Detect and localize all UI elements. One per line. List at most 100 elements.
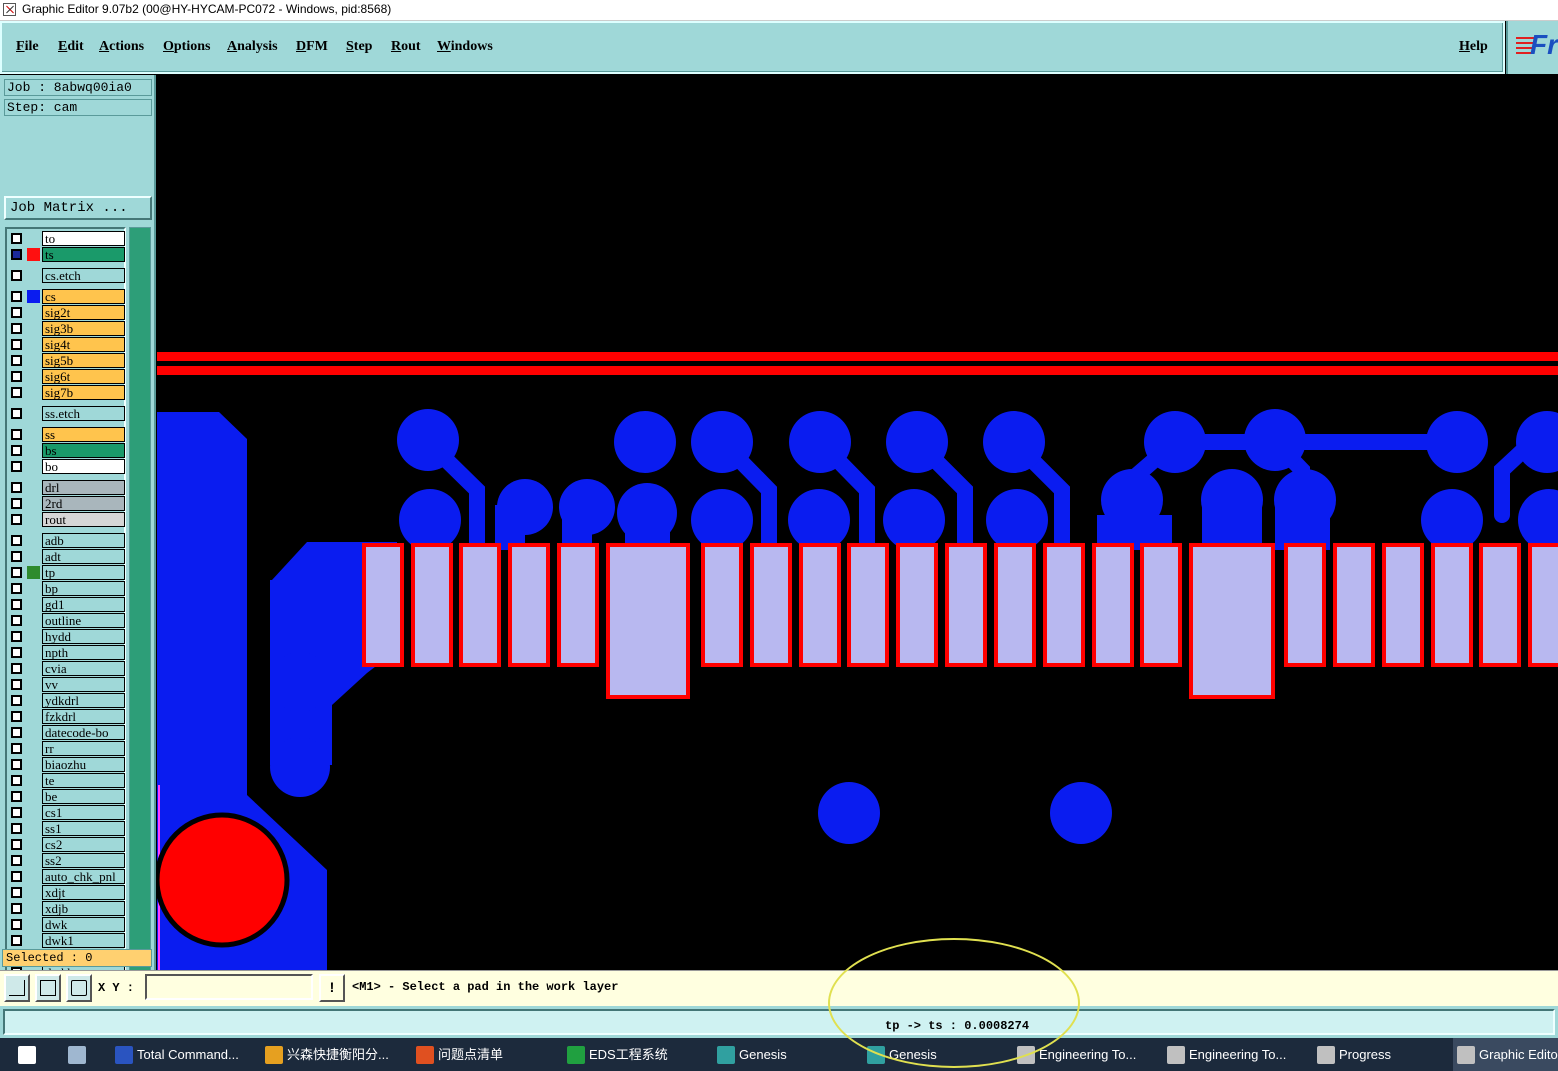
layer-checkbox[interactable]	[11, 445, 22, 456]
layer-checkbox[interactable]	[11, 903, 22, 914]
layer-row-ts[interactable]: ts	[9, 247, 126, 262]
layer-name[interactable]: cs1	[42, 805, 125, 820]
layer-name[interactable]: cs.etch	[42, 268, 125, 283]
layer-checkbox[interactable]	[11, 759, 22, 770]
layer-name[interactable]: vv	[42, 677, 125, 692]
taskbar-item[interactable]	[64, 1038, 94, 1071]
smd-pad[interactable]	[459, 543, 501, 667]
layer-name[interactable]: rr	[42, 741, 125, 756]
layer-checkbox[interactable]	[11, 743, 22, 754]
smd-pad[interactable]	[1284, 543, 1326, 667]
layer-color-swatch[interactable]	[27, 566, 40, 579]
layer-checkbox[interactable]	[11, 807, 22, 818]
smd-pad[interactable]	[606, 543, 690, 699]
alert-button[interactable]: !	[319, 974, 345, 1002]
layer-name[interactable]: adt	[42, 549, 125, 564]
smd-pad[interactable]	[1189, 543, 1275, 699]
smd-pad[interactable]	[799, 543, 841, 667]
xy-input[interactable]	[145, 974, 313, 1000]
smd-pad[interactable]	[508, 543, 550, 667]
smd-pad[interactable]	[750, 543, 792, 667]
red-trace[interactable]	[157, 352, 1558, 361]
smd-pad[interactable]	[1479, 543, 1521, 667]
via-pad[interactable]	[818, 782, 880, 844]
layer-name[interactable]: sig7b	[42, 385, 125, 400]
taskbar-item[interactable]: 问题点清单	[412, 1038, 552, 1071]
layer-checkbox[interactable]	[11, 695, 22, 706]
layer-row-cs2[interactable]: cs2	[9, 837, 126, 852]
layer-name[interactable]: ts	[42, 247, 125, 262]
layer-name[interactable]: cs2	[42, 837, 125, 852]
menu-dfm[interactable]: DFM	[296, 39, 328, 55]
taskbar-item[interactable]: Genesis	[863, 1038, 1003, 1071]
red-trace[interactable]	[157, 366, 1558, 375]
taskbar-item[interactable]: Graphic Edito	[1453, 1038, 1558, 1071]
layer-row-to[interactable]: to	[9, 231, 126, 246]
layer-checkbox[interactable]	[11, 919, 22, 930]
layer-checkbox[interactable]	[11, 887, 22, 898]
layer-row-dwk1[interactable]: dwk1	[9, 933, 126, 948]
layer-checkbox[interactable]	[11, 323, 22, 334]
menu-options[interactable]: Options	[163, 39, 210, 55]
layer-checkbox[interactable]	[11, 599, 22, 610]
layer-name[interactable]: ydkdrl	[42, 693, 125, 708]
layer-row-2rd[interactable]: 2rd	[9, 496, 126, 511]
layer-checkbox[interactable]	[11, 871, 22, 882]
layer-row-datecode-bo[interactable]: datecode-bo	[9, 725, 126, 740]
layer-checkbox[interactable]	[11, 551, 22, 562]
layer-name[interactable]: ss	[42, 427, 125, 442]
smd-pad[interactable]	[847, 543, 889, 667]
layer-name[interactable]: to	[42, 231, 125, 246]
layer-checkbox[interactable]	[11, 615, 22, 626]
layer-row-fzkdrl[interactable]: fzkdrl	[9, 709, 126, 724]
layer-row-npth[interactable]: npth	[9, 645, 126, 660]
layer-list-scrollbar[interactable]	[129, 227, 151, 1005]
layer-name[interactable]: auto_chk_pnl	[42, 869, 125, 884]
layer-checkbox[interactable]	[11, 775, 22, 786]
layer-row-sig6t[interactable]: sig6t	[9, 369, 126, 384]
layer-row-outline[interactable]: outline	[9, 613, 126, 628]
menu-rout[interactable]: Rout	[391, 39, 421, 55]
layer-checkbox[interactable]	[11, 935, 22, 946]
layer-name[interactable]: sig2t	[42, 305, 125, 320]
layer-color-swatch[interactable]	[27, 248, 40, 261]
layer-row-sig5b[interactable]: sig5b	[9, 353, 126, 368]
layer-row-tp[interactable]: tp	[9, 565, 126, 580]
layer-name[interactable]: xdjt	[42, 885, 125, 900]
layer-name[interactable]: sig3b	[42, 321, 125, 336]
taskbar-item[interactable]: Engineering To...	[1013, 1038, 1153, 1071]
layer-name[interactable]: cs	[42, 289, 125, 304]
via-pad[interactable]	[270, 652, 330, 712]
layer-checkbox[interactable]	[11, 679, 22, 690]
layer-row-bo[interactable]: bo	[9, 459, 126, 474]
smd-pad[interactable]	[1333, 543, 1375, 667]
layer-name[interactable]: bs	[42, 443, 125, 458]
job-matrix-button[interactable]: Job Matrix ...	[4, 196, 152, 220]
layer-color-swatch[interactable]	[27, 290, 40, 303]
layer-checkbox[interactable]	[11, 355, 22, 366]
menu-analysis[interactable]: Analysis	[227, 39, 278, 55]
menu-windows[interactable]: Windows	[437, 39, 493, 55]
layer-name[interactable]: ss1	[42, 821, 125, 836]
layer-name[interactable]: cvia	[42, 661, 125, 676]
layer-checkbox[interactable]	[11, 647, 22, 658]
graphic-canvas[interactable]	[154, 75, 1558, 970]
layer-row-bs[interactable]: bs	[9, 443, 126, 458]
layer-checkbox[interactable]	[11, 791, 22, 802]
taskbar-item[interactable]: EDS工程系统	[563, 1038, 703, 1071]
menu-help[interactable]: Help	[1459, 39, 1488, 55]
layer-checkbox[interactable]	[11, 583, 22, 594]
layer-name[interactable]: be	[42, 789, 125, 804]
layer-row-ss[interactable]: ss	[9, 427, 126, 442]
smd-pad[interactable]	[701, 543, 743, 667]
zoom-tool-button[interactable]	[4, 974, 30, 1002]
menu-edit[interactable]: Edit	[58, 39, 84, 55]
layer-row-gd1[interactable]: gd1	[9, 597, 126, 612]
layer-checkbox[interactable]	[11, 663, 22, 674]
layer-name[interactable]: dwk1	[42, 933, 125, 948]
smd-pad[interactable]	[896, 543, 938, 667]
smd-pad[interactable]	[1431, 543, 1473, 667]
smd-pad[interactable]	[1140, 543, 1182, 667]
layer-row-drl[interactable]: drl	[9, 480, 126, 495]
taskbar-item[interactable]: Total Command...	[111, 1038, 251, 1071]
